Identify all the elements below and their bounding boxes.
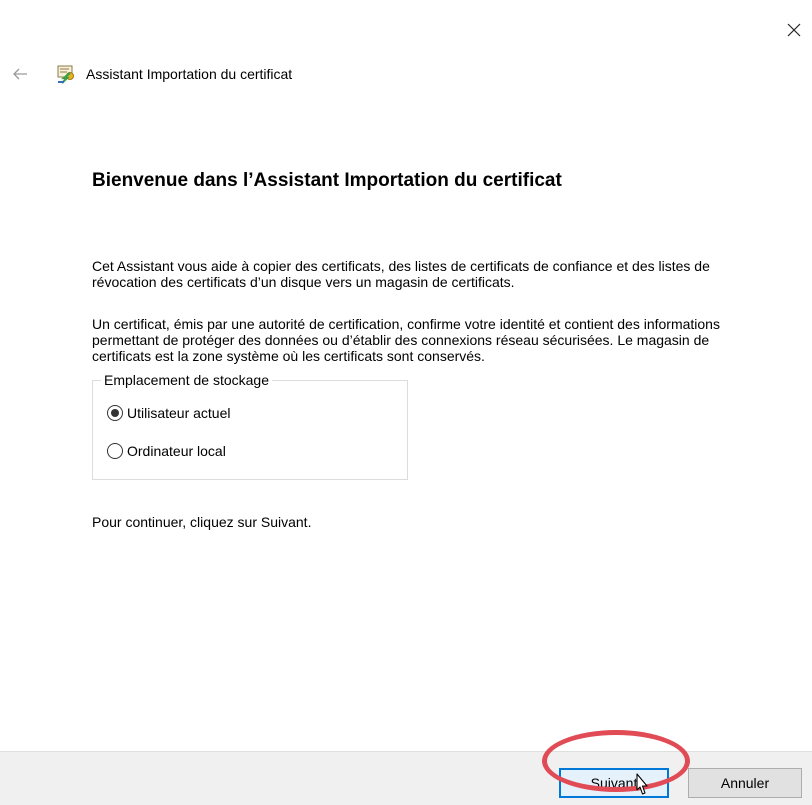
storage-location-legend: Emplacement de stockage bbox=[101, 372, 272, 388]
radio-local-machine[interactable]: Ordinateur local bbox=[107, 443, 226, 459]
radio-button-unselected[interactable] bbox=[107, 443, 123, 459]
window-title: Assistant Importation du certificat bbox=[86, 66, 293, 82]
close-icon bbox=[787, 23, 801, 37]
radio-current-user-label: Utilisateur actuel bbox=[127, 405, 231, 421]
wizard-heading: Bienvenue dans l’Assistant Importation d… bbox=[92, 170, 562, 191]
cancel-button[interactable]: Annuler bbox=[688, 768, 802, 798]
continue-instruction: Pour continuer, cliquez sur Suivant. bbox=[92, 514, 312, 530]
certificate-icon bbox=[57, 65, 74, 84]
back-button[interactable] bbox=[8, 62, 32, 86]
wizard-footer: Suivant Annuler bbox=[0, 751, 812, 805]
storage-location-group: Emplacement de stockage Utilisateur actu… bbox=[92, 372, 408, 480]
wizard-content: Bienvenue dans l’Assistant Importation d… bbox=[92, 170, 772, 530]
certificate-explanation: Un certificat, émis par une autorité de … bbox=[92, 316, 720, 364]
radio-local-machine-label: Ordinateur local bbox=[127, 443, 226, 459]
back-arrow-icon bbox=[13, 68, 27, 80]
certificate-import-wizard-window: Assistant Importation du certificat Bien… bbox=[0, 0, 812, 805]
next-button[interactable]: Suivant bbox=[559, 768, 669, 798]
close-button[interactable] bbox=[780, 16, 808, 44]
title-bar: Assistant Importation du certificat bbox=[8, 60, 292, 88]
wizard-description: Cet Assistant vous aide à copier des cer… bbox=[92, 258, 710, 290]
radio-current-user[interactable]: Utilisateur actuel bbox=[107, 405, 231, 421]
radio-button-selected[interactable] bbox=[107, 405, 123, 421]
radio-dot bbox=[111, 409, 119, 417]
